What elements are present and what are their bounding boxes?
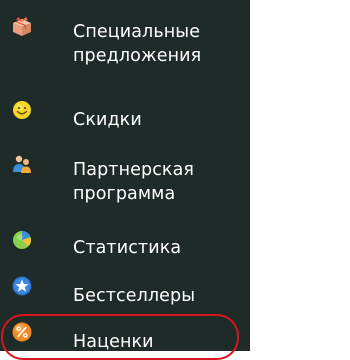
menu-item-markups[interactable]: Наценки	[0, 320, 250, 352]
smiley-icon	[10, 98, 34, 122]
partner-users-icon	[10, 152, 34, 176]
menu-label-statistics: Статистика	[73, 238, 182, 258]
menu-item-special-offers[interactable]: Специальные предложения	[0, 12, 250, 68]
pie-chart-icon	[10, 228, 34, 252]
menu-item-discounts[interactable]: Скидки	[0, 98, 250, 134]
menu-label-partner-program: Партнерская программа	[73, 160, 195, 204]
gift-box-icon	[10, 14, 34, 38]
menu-label-special-offers: Специальные предложения	[73, 22, 202, 66]
menu-item-bestsellers[interactable]: Бестселлеры	[0, 274, 250, 310]
star-badge-icon	[10, 274, 34, 298]
side-menu: Специальные предложения Скидки Партнерска…	[0, 0, 250, 352]
menu-label-discounts: Скидки	[73, 110, 142, 130]
menu-label-bestsellers: Бестселлеры	[73, 286, 196, 306]
percent-icon	[10, 320, 34, 344]
menu-item-statistics[interactable]: Статистика	[0, 226, 250, 262]
menu-label-markups: Наценки	[73, 332, 154, 352]
menu-item-partner-program[interactable]: Партнерская программа	[0, 150, 250, 208]
